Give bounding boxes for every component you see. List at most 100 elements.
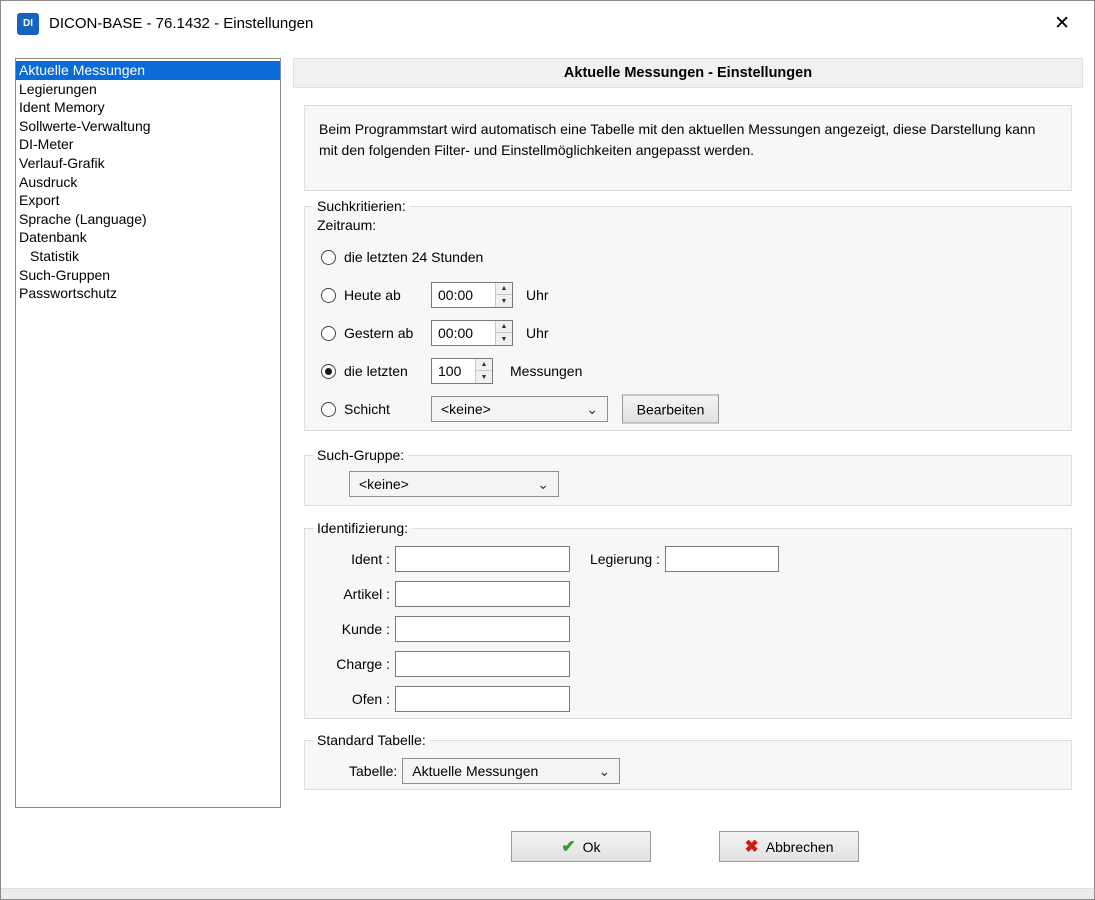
radio-circle-icon xyxy=(321,326,336,341)
radio-die-letzten-24-stunden[interactable]: die letzten 24 Stunden xyxy=(321,249,483,265)
group-suchkriterien: Suchkritierien: Zeitraum: die letzten 24… xyxy=(304,198,1072,431)
chevron-down-icon: ⌄ xyxy=(591,764,611,778)
tabelle-label: Tabelle: xyxy=(349,763,397,779)
radio-row-die-letzten: die letzten ▲ ▼ Messungen xyxy=(305,352,1071,390)
ident-label: Ident : xyxy=(321,551,390,567)
sidebar-item-export[interactable]: Export xyxy=(16,191,280,210)
ofen-input[interactable] xyxy=(395,686,570,712)
spin-down-icon[interactable]: ▼ xyxy=(496,295,512,307)
such-gruppe-dropdown[interactable]: <keine> ⌄ xyxy=(349,471,559,497)
radio-circle-icon xyxy=(321,288,336,303)
zeitraum-label: Zeitraum: xyxy=(317,217,1071,233)
schicht-dropdown[interactable]: <keine> ⌄ xyxy=(431,396,608,422)
window-bottom-edge xyxy=(1,888,1094,899)
red-x-icon: ✖ xyxy=(745,837,759,857)
chevron-down-icon: ⌄ xyxy=(529,477,549,491)
legierung-label: Legierung : xyxy=(572,551,660,567)
letzten-count-spinner: ▲ ▼ xyxy=(431,358,493,384)
such-gruppe-dropdown-value: <keine> xyxy=(359,476,409,492)
sidebar-item-legierungen[interactable]: Legierungen xyxy=(16,80,280,99)
sidebar-item-datenbank[interactable]: Datenbank xyxy=(16,228,280,247)
spin-down-icon[interactable]: ▼ xyxy=(496,333,512,345)
gestern-uhr-label: Uhr xyxy=(526,325,549,341)
tabelle-dropdown[interactable]: Aktuelle Messungen ⌄ xyxy=(402,758,620,784)
messungen-label: Messungen xyxy=(510,363,582,379)
charge-row: Charge : xyxy=(305,646,1071,681)
charge-input[interactable] xyxy=(395,651,570,677)
check-icon: ✔ xyxy=(561,837,575,857)
radio-circle-icon xyxy=(321,250,336,265)
window-title: DICON-BASE - 76.1432 - Einstellungen xyxy=(49,15,313,32)
tabelle-dropdown-value: Aktuelle Messungen xyxy=(412,763,538,779)
group-identifizierung-legend: Identifizierung: xyxy=(313,520,412,536)
radio-schicht[interactable]: Schicht xyxy=(321,401,390,417)
artikel-label: Artikel : xyxy=(321,586,390,602)
app-icon: DI xyxy=(17,13,39,35)
radio-row-24h: die letzten 24 Stunden xyxy=(305,238,1071,276)
radio-letzten-label: die letzten xyxy=(344,363,408,379)
radio-24h-label: die letzten 24 Stunden xyxy=(344,249,483,265)
kunde-row: Kunde : xyxy=(305,611,1071,646)
radio-circle-checked-icon xyxy=(321,364,336,379)
sidebar-item-aktuelle-messungen[interactable]: Aktuelle Messungen xyxy=(16,61,280,80)
group-standard-tabelle-legend: Standard Tabelle: xyxy=(313,732,430,748)
chevron-down-icon: ⌄ xyxy=(578,402,598,416)
kunde-label: Kunde : xyxy=(321,621,390,637)
heute-time-spinner: ▲ ▼ xyxy=(431,282,513,308)
radio-gestern-label: Gestern ab xyxy=(344,325,413,341)
radio-gestern-ab[interactable]: Gestern ab xyxy=(321,325,413,341)
radio-schicht-label: Schicht xyxy=(344,401,390,417)
spin-up-icon[interactable]: ▲ xyxy=(496,283,512,295)
artikel-row: Artikel : xyxy=(305,576,1071,611)
sidebar-item-passwortschutz[interactable]: Passwortschutz xyxy=(16,284,280,303)
page-title: Aktuelle Messungen - Einstellungen xyxy=(293,58,1083,88)
sidebar-item-ausdruck[interactable]: Ausdruck xyxy=(16,173,280,192)
artikel-input[interactable] xyxy=(395,581,570,607)
gestern-time-spinner: ▲ ▼ xyxy=(431,320,513,346)
title-bar: DI DICON-BASE - 76.1432 - Einstellungen … xyxy=(1,1,1094,46)
sidebar-item-such-gruppen[interactable]: Such-Gruppen xyxy=(16,266,280,285)
schicht-dropdown-value: <keine> xyxy=(441,401,491,417)
group-identifizierung: Identifizierung: Ident : Legierung : Art… xyxy=(304,520,1072,719)
group-such-gruppe-legend: Such-Gruppe: xyxy=(313,447,408,463)
radio-heute-label: Heute ab xyxy=(344,287,401,303)
spin-up-icon[interactable]: ▲ xyxy=(496,321,512,333)
radio-row-heute-ab: Heute ab ▲ ▼ Uhr xyxy=(305,276,1071,314)
kunde-input[interactable] xyxy=(395,616,570,642)
group-suchkriterien-legend: Suchkritierien: xyxy=(313,198,410,214)
radio-die-letzten[interactable]: die letzten xyxy=(321,363,408,379)
sidebar-item-sprache[interactable]: Sprache (Language) xyxy=(16,210,280,229)
sidebar-item-di-meter[interactable]: DI-Meter xyxy=(16,135,280,154)
radio-heute-ab[interactable]: Heute ab xyxy=(321,287,401,303)
sidebar-item-ident-memory[interactable]: Ident Memory xyxy=(16,98,280,117)
close-icon[interactable]: ✕ xyxy=(1046,10,1078,37)
settings-dialog: DI DICON-BASE - 76.1432 - Einstellungen … xyxy=(0,0,1095,900)
ofen-label: Ofen : xyxy=(321,691,390,707)
cancel-button-label: Abbrechen xyxy=(766,839,834,855)
heute-uhr-label: Uhr xyxy=(526,287,549,303)
bearbeiten-button[interactable]: Bearbeiten xyxy=(622,395,719,424)
radio-row-schicht: Schicht <keine> ⌄ Bearbeiten xyxy=(305,390,1071,428)
cancel-button[interactable]: ✖ Abbrechen xyxy=(719,831,859,862)
sidebar-item-statistik[interactable]: Statistik xyxy=(16,247,280,266)
spin-down-icon[interactable]: ▼ xyxy=(476,371,492,383)
intro-text: Beim Programmstart wird automatisch eine… xyxy=(304,105,1072,191)
radio-circle-icon xyxy=(321,402,336,417)
gestern-time-input[interactable] xyxy=(432,321,495,345)
spin-up-icon[interactable]: ▲ xyxy=(476,359,492,371)
settings-category-list: Aktuelle Messungen Legierungen Ident Mem… xyxy=(15,58,281,808)
group-standard-tabelle: Standard Tabelle: Tabelle: Aktuelle Mess… xyxy=(304,732,1072,790)
legierung-input[interactable] xyxy=(665,546,779,572)
heute-time-input[interactable] xyxy=(432,283,495,307)
ident-row: Ident : Legierung : xyxy=(305,541,1071,576)
charge-label: Charge : xyxy=(321,656,390,672)
ok-button-label: Ok xyxy=(583,839,601,855)
sidebar-item-verlauf-grafik[interactable]: Verlauf-Grafik xyxy=(16,154,280,173)
ok-button[interactable]: ✔ Ok xyxy=(511,831,651,862)
radio-row-gestern-ab: Gestern ab ▲ ▼ Uhr xyxy=(305,314,1071,352)
group-such-gruppe: Such-Gruppe: <keine> ⌄ xyxy=(304,447,1072,506)
ident-input[interactable] xyxy=(395,546,570,572)
sidebar-item-sollwerte-verwaltung[interactable]: Sollwerte-Verwaltung xyxy=(16,117,280,136)
letzten-count-input[interactable] xyxy=(432,359,475,383)
ofen-row: Ofen : xyxy=(305,681,1071,716)
